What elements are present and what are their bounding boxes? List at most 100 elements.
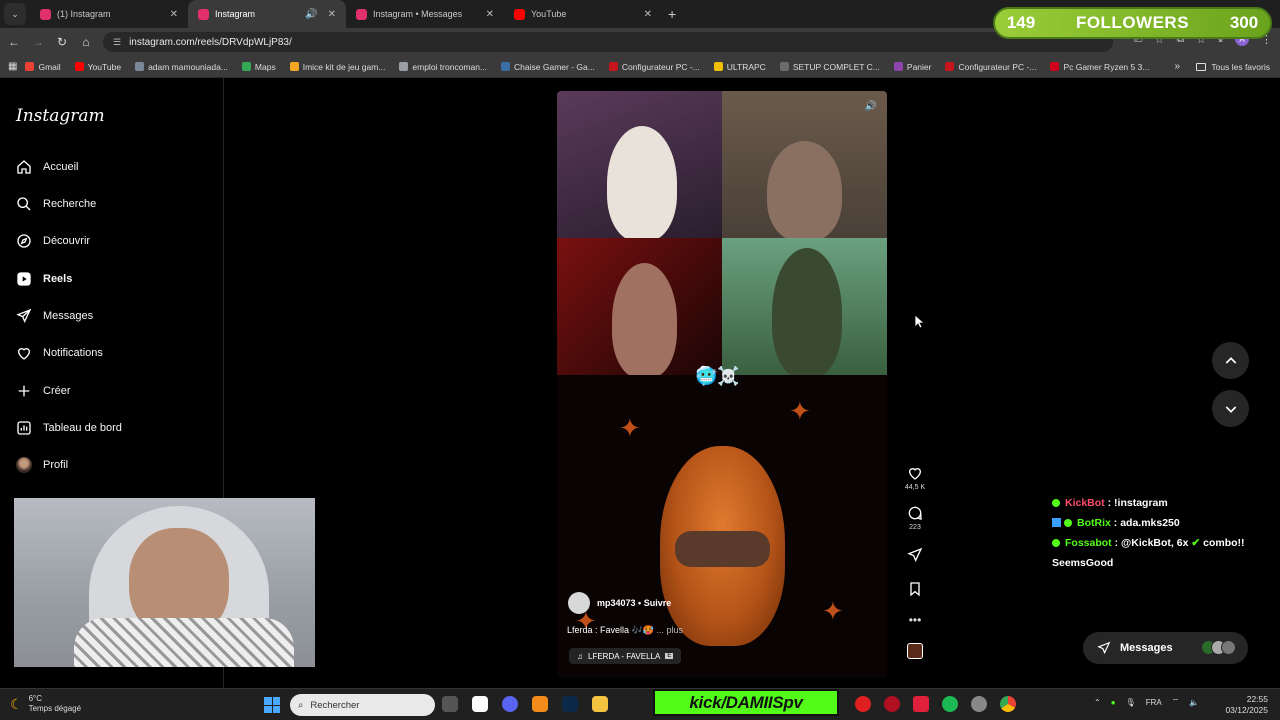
- sidebar-item-notifications[interactable]: Notifications: [16, 345, 103, 361]
- avatar: [1221, 640, 1236, 655]
- chat-text: @KickBot, 6x: [1121, 537, 1189, 549]
- bookmark-item[interactable]: Gmail: [25, 62, 61, 72]
- chrome-icon[interactable]: [1000, 696, 1016, 712]
- reel-video[interactable]: 🔊 🥶☠️ ✦ ✦ ✦ ✦ mp34073 • Suivre Lferda : …: [557, 91, 887, 678]
- reel-caption-text: Lferda : Favella: [567, 625, 630, 635]
- microphone-icon[interactable]: 🎙: [1126, 698, 1136, 707]
- back-icon[interactable]: ←: [2, 35, 26, 49]
- close-icon[interactable]: ✕: [644, 9, 652, 20]
- tab-instagram-1[interactable]: (1) Instagram ✕: [30, 0, 188, 28]
- bookmark-item[interactable]: Configurateur PC -...: [608, 61, 700, 72]
- more-options-icon[interactable]: •••: [909, 613, 922, 627]
- sidebar-item-tableau-de-bord[interactable]: Tableau de bord: [16, 420, 122, 436]
- stream-cell-4: [722, 238, 887, 375]
- close-icon[interactable]: ✕: [486, 9, 494, 20]
- close-icon[interactable]: ✕: [328, 9, 336, 20]
- sidebar-item-decouvrir[interactable]: Découvrir: [16, 233, 90, 249]
- task-view-icon[interactable]: [442, 696, 458, 712]
- emoji-overlay: 🥶☠️: [695, 366, 740, 386]
- all-favorites[interactable]: Tous les favoris: [1196, 62, 1270, 72]
- search-icon: ⌕: [298, 699, 304, 711]
- tab-youtube[interactable]: YouTube ✕: [504, 0, 662, 28]
- dashboard-icon: [17, 421, 31, 435]
- sidebar-item-messages[interactable]: Messages: [16, 308, 93, 324]
- app-icon[interactable]: [532, 696, 548, 712]
- reel-username[interactable]: mp34073: [597, 598, 636, 608]
- home-icon[interactable]: ⌂: [74, 35, 98, 49]
- reload-icon[interactable]: ↻: [50, 35, 74, 49]
- followers-goal: 300: [1229, 13, 1259, 32]
- moon-icon: ☾: [10, 696, 23, 712]
- bookmark-item[interactable]: Maps: [241, 62, 276, 72]
- sidebar-item-reels[interactable]: Reels: [16, 271, 72, 287]
- share-button[interactable]: [907, 547, 923, 563]
- previous-reel-button[interactable]: [1212, 342, 1249, 379]
- instagram-logo[interactable]: Instagram: [16, 106, 105, 126]
- close-icon[interactable]: ✕: [170, 9, 178, 20]
- language-indicator[interactable]: FRA: [1146, 698, 1162, 707]
- bookmark-label: Configurateur PC -...: [621, 61, 700, 72]
- stream-cell-1: [557, 91, 722, 238]
- volume-icon[interactable]: 🔊: [865, 101, 877, 112]
- caption-more-link[interactable]: ... plus: [656, 625, 683, 635]
- file-explorer-icon[interactable]: [592, 696, 608, 712]
- windows-start-icon[interactable]: [264, 697, 280, 713]
- spotify-icon[interactable]: [942, 696, 958, 712]
- tab-instagram-messages[interactable]: Instagram • Messages ✕: [346, 0, 504, 28]
- clock[interactable]: 22:55 03/12/2025: [1225, 694, 1268, 716]
- tray-app-icon[interactable]: ●: [1111, 698, 1116, 707]
- app-icon[interactable]: [884, 696, 900, 712]
- apps-grid-icon[interactable]: ▦: [8, 61, 17, 72]
- chevron-up-icon[interactable]: ⌃: [1094, 698, 1101, 707]
- sidebar-item-profil[interactable]: Profil: [16, 457, 68, 473]
- verified-badge-icon: [1064, 519, 1072, 527]
- sidebar-item-creer[interactable]: Créer: [16, 383, 71, 399]
- bookmark-item[interactable]: Chaise Gamer - Ga...: [501, 62, 595, 72]
- chevron-more-icon[interactable]: »: [1174, 61, 1180, 72]
- bot-badge-icon: [1052, 518, 1061, 527]
- bookmark-item[interactable]: ULTRAPC: [713, 62, 766, 72]
- bookmark-item[interactable]: Panier: [893, 62, 931, 72]
- weather-widget[interactable]: ☾ 6°C Temps dégagé: [10, 694, 81, 714]
- plus-icon: [18, 385, 30, 397]
- music-note-icon: ♫: [577, 651, 583, 661]
- chat-message: Fossabot : @KickBot, 6x ✔ combo!! SeemsG…: [1052, 537, 1245, 569]
- bookmark-item[interactable]: adam mamouniada...: [135, 62, 228, 72]
- audio-thumbnail[interactable]: [907, 643, 923, 659]
- volume-icon[interactable]: 🔈: [1189, 698, 1199, 707]
- next-reel-button[interactable]: [1212, 390, 1249, 427]
- tab-search-button[interactable]: ⌄: [4, 3, 26, 25]
- reel-author-avatar[interactable]: [568, 592, 590, 614]
- app-icon[interactable]: [971, 696, 987, 712]
- messages-float-button[interactable]: Messages: [1083, 632, 1248, 664]
- tab-instagram-active[interactable]: Instagram 🔊 ✕: [188, 0, 346, 28]
- taskbar-search[interactable]: ⌕ Rechercher: [290, 694, 435, 716]
- app-icon[interactable]: [472, 696, 488, 712]
- reel-audio[interactable]: ♫ LFERDA - FAVELLA E: [569, 648, 682, 664]
- comment-button[interactable]: 223: [907, 505, 923, 531]
- photoshop-icon[interactable]: [562, 696, 578, 712]
- sidebar-item-recherche[interactable]: Recherche: [16, 196, 96, 212]
- discord-icon[interactable]: [502, 696, 518, 712]
- site-info-icon[interactable]: ☰: [113, 37, 121, 48]
- bookmark-item[interactable]: Pc Gamer Ryzen 5 3...: [1050, 62, 1149, 72]
- bookmark-item[interactable]: Configurateur PC -...: [945, 62, 1036, 72]
- bookmark-item[interactable]: YouTube: [74, 62, 121, 72]
- bookmark-item[interactable]: emploi troncoman...: [399, 62, 487, 72]
- url-input[interactable]: ☰ instagram.com/reels/DRVdpWLjP83/: [103, 32, 1113, 52]
- forward-icon[interactable]: →: [26, 35, 50, 49]
- speaker-icon[interactable]: 🔊: [305, 9, 317, 20]
- wifi-icon[interactable]: ⌔: [1172, 697, 1180, 707]
- bookmark-favicon-icon: [399, 62, 409, 71]
- bookmark-item[interactable]: Imice kit de jeu gam...: [289, 62, 385, 72]
- reel-author[interactable]: mp34073 • Suivre: [597, 598, 671, 608]
- save-button[interactable]: [907, 581, 923, 597]
- like-button[interactable]: 44,5 K: [905, 465, 925, 491]
- new-tab-button[interactable]: +: [668, 6, 676, 22]
- sidebar-item-accueil[interactable]: Accueil: [16, 159, 78, 175]
- follow-button[interactable]: Suivre: [644, 598, 672, 608]
- bookmark-item[interactable]: SETUP COMPLET C...: [779, 62, 880, 72]
- app-icon[interactable]: [913, 696, 929, 712]
- opera-icon[interactable]: [855, 696, 871, 712]
- explicit-icon: E: [665, 653, 674, 659]
